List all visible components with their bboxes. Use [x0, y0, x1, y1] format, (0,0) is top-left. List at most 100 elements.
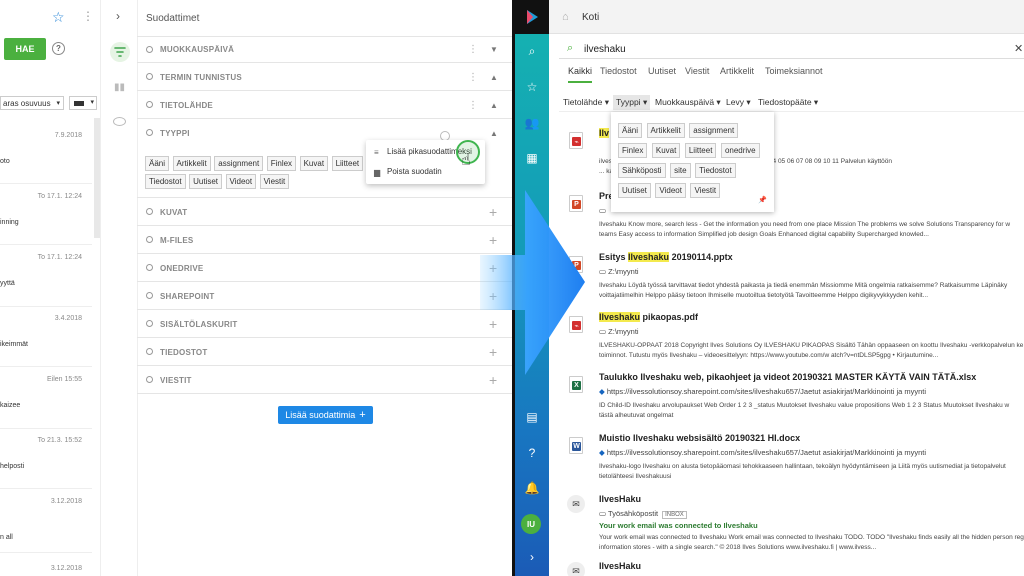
filter-label: TYYPPI	[160, 129, 190, 138]
result-date: To 17.1. 12:24	[37, 193, 82, 200]
tab-tiedostot[interactable]: Tiedostot	[600, 66, 637, 81]
type-tag[interactable]: Ääni	[145, 156, 170, 171]
type-tag[interactable]: Kuvat	[299, 156, 329, 171]
result-location: ▭ Z:\myynti	[599, 267, 639, 276]
more-options-icon[interactable]: ⋮	[468, 72, 478, 83]
refiner-muokkauspaiva[interactable]: Muokkauspäivä ▾	[655, 97, 721, 108]
search-icon[interactable]: ⌕	[515, 44, 549, 59]
favorite-star-icon[interactable]: ☆	[52, 9, 65, 26]
refiner-levy[interactable]: Levy ▾	[726, 97, 751, 108]
dropdown-tag[interactable]: Kuvat	[651, 143, 681, 158]
filter-row-m-files[interactable]: M-FILES +	[137, 227, 512, 254]
search-bar[interactable]: ⌕ ilveshaku ✕	[559, 39, 1024, 59]
type-tag[interactable]: Tiedostot	[145, 174, 186, 189]
refiner-label: Tietolähde	[563, 97, 603, 107]
view-select[interactable]: ▾	[69, 96, 97, 110]
result-title[interactable]: Ilv	[599, 128, 610, 138]
filter-row-kuvat[interactable]: KUVAT +	[137, 199, 512, 226]
type-tag[interactable]: Artikkelit	[172, 156, 211, 171]
filter-row-muokkauspaiva[interactable]: MUOKKAUSPÄIVÄ ⋮ ▼	[137, 36, 512, 63]
more-options-icon[interactable]: ⋮	[468, 44, 478, 55]
result-location: ▭ Työsähköpostit INBOX	[599, 509, 687, 519]
radio-icon	[146, 129, 153, 136]
more-options-icon[interactable]: ⋮	[82, 9, 94, 23]
more-options-icon[interactable]: ⋮	[468, 100, 478, 111]
collapse-caret-icon[interactable]: ▼	[490, 45, 498, 54]
result-date: To 17.1. 12:24	[37, 254, 82, 261]
add-filters-button[interactable]: Lisää suodattimia +	[278, 406, 373, 424]
tab-uutiset[interactable]: Uutiset	[648, 66, 676, 81]
app-logo[interactable]	[515, 0, 549, 34]
tab-artikkelit[interactable]: Artikkelit	[720, 66, 754, 81]
filter-row-tietolahde[interactable]: TIETOLÄHDE ⋮ ▲	[137, 92, 512, 119]
result-title[interactable]: Esitys Ilveshaku 20190114.pptx	[599, 252, 733, 262]
type-tag[interactable]: Finlex	[266, 156, 297, 171]
dropdown-tag[interactable]: site	[670, 163, 691, 178]
dropdown-tag[interactable]: Ääni	[618, 123, 643, 138]
clear-search-icon[interactable]: ✕	[1014, 42, 1023, 55]
sort-select[interactable]: aras osuvuus ▾	[0, 96, 64, 110]
tab-toimeksiannot[interactable]: Toimeksiannot	[765, 66, 823, 81]
filter-row-onedrive[interactable]: ONEDRIVE +	[137, 255, 512, 282]
feedback-icon[interactable]: ▤	[515, 410, 549, 424]
dropdown-tag[interactable]: Videot	[655, 183, 686, 198]
expand-caret-icon[interactable]: ▲	[490, 101, 498, 110]
result-date: 3.4.2018	[54, 315, 82, 322]
filter-row-tiedostot[interactable]: TIEDOSTOT +	[137, 339, 512, 366]
pin-icon[interactable]: 📌	[758, 196, 767, 204]
search-button[interactable]: HAE	[4, 38, 46, 60]
dropdown-tag[interactable]: onedrive	[720, 143, 760, 158]
apps-grid-icon[interactable]: ▦	[515, 151, 549, 165]
dropdown-tag[interactable]: assignment	[689, 123, 739, 138]
avatar[interactable]: IU	[521, 514, 541, 534]
result-title[interactable]: IlvesHaku	[599, 561, 641, 571]
dropdown-tag[interactable]: Viestit	[690, 183, 721, 198]
collapse-caret-icon[interactable]: ▲	[490, 129, 498, 138]
type-tag[interactable]: Videot	[225, 174, 257, 189]
dropdown-tag[interactable]: Tiedostot	[695, 163, 736, 178]
search-input[interactable]: ilveshaku	[584, 44, 626, 55]
type-tag[interactable]: Liitteet	[331, 156, 364, 171]
refiner-tietolahde[interactable]: Tietolähde ▾	[563, 97, 609, 108]
radio-icon	[146, 292, 153, 299]
result-title[interactable]: Ilveshaku pikaopas.pdf	[599, 312, 698, 322]
people-icon[interactable]: 👥	[515, 116, 549, 130]
type-tag[interactable]: Viestit	[259, 174, 290, 189]
star-icon[interactable]: ☆	[515, 80, 549, 94]
radio-icon	[146, 208, 153, 215]
dropdown-tag[interactable]: Artikkelit	[646, 123, 685, 138]
tab-viestit[interactable]: Viestit	[685, 66, 709, 81]
filter-row-sharepoint[interactable]: SHAREPOINT +	[137, 283, 512, 310]
dropdown-tag[interactable]: Uutiset	[618, 183, 651, 198]
filter-row-sisaltolaskurit[interactable]: SISÄLTÖLASKURIT +	[137, 311, 512, 338]
remove-filter-item[interactable]: ▆ Poista suodatin	[374, 167, 442, 177]
refiner-label: Levy	[726, 97, 744, 107]
dropdown-tag[interactable]: Liitteet	[684, 143, 717, 158]
refiner-label: Tiedostopääte	[758, 97, 812, 107]
filter-label: TIEDOSTOT	[160, 347, 208, 357]
home-icon[interactable]: ⌂	[562, 11, 569, 23]
type-tag[interactable]: Uutiset	[189, 174, 223, 189]
type-tag[interactable]: assignment	[214, 156, 264, 171]
result-snippet: yyttä	[0, 280, 15, 287]
result-title[interactable]: IlvesHaku	[599, 494, 641, 504]
divider	[0, 552, 92, 553]
filter-row-viestit[interactable]: VIESTIT +	[137, 367, 512, 394]
result-snippet: ID Child-ID Ilveshaku arvolupaukset Web …	[599, 402, 1010, 419]
help-icon[interactable]: ?	[515, 446, 549, 460]
result-title[interactable]: Taulukko Ilveshaku web, pikaohjeet ja vi…	[599, 372, 976, 382]
refiner-tyyppi[interactable]: Tyyppi ▾	[613, 95, 651, 110]
dropdown-tag[interactable]: Sähköposti	[618, 163, 666, 178]
refiner-tiedostopaate[interactable]: Tiedostopääte ▾	[758, 97, 818, 108]
dropdown-tag[interactable]: Finlex	[618, 143, 648, 158]
help-icon[interactable]: ?	[52, 42, 65, 55]
envelope-icon: ✉	[567, 495, 585, 513]
filter-row-termin-tunnistus[interactable]: TERMIN TUNNISTUS ⋮ ▲	[137, 64, 512, 91]
chevron-right-icon[interactable]: ›	[515, 550, 549, 564]
trash-icon: ▆	[374, 167, 381, 177]
expand-caret-icon[interactable]: ▲	[490, 73, 498, 82]
tab-kaikki[interactable]: Kaikki	[568, 66, 593, 83]
result-date: 7.9.2018	[54, 132, 82, 139]
bell-icon[interactable]: 🔔	[515, 481, 549, 495]
result-title[interactable]: Muistio Ilveshaku websisältö 20190321 HI…	[599, 433, 800, 443]
